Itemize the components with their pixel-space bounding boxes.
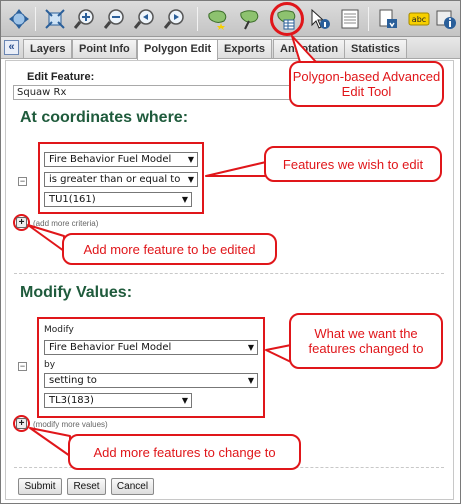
reset-button[interactable]: Reset [67,478,106,495]
edit-feature-input[interactable]: Squaw Rx [13,85,295,100]
tab-annotation[interactable]: Annotation [273,39,346,58]
criteria-value-select[interactable]: TU1(161) ▼ [44,192,192,207]
chevron-down-icon: ▼ [247,343,254,352]
callout-advanced-edit-tool: Polygon-based Advanced Edit Tool [289,61,444,107]
zoom-in-icon[interactable] [72,6,98,32]
chevron-down-icon: ▼ [247,376,254,385]
previous-extent-icon[interactable] [132,6,158,32]
modify-label: Modify [44,325,74,335]
modify-field-select[interactable]: Fire Behavior Fuel Model ▼ [44,340,258,355]
next-extent-icon[interactable] [162,6,188,32]
add-modify-icon[interactable]: + [16,418,27,429]
modify-value-select[interactable]: TL3(183) ▼ [44,393,192,408]
chevron-down-icon: ▼ [181,396,188,405]
tab-exports[interactable]: Exports [217,39,272,58]
attribute-table-icon[interactable] [337,6,363,32]
edit-polygon-icon[interactable] [237,6,263,32]
section-divider [14,273,444,274]
criteria-heading: At coordinates where: [20,109,189,126]
export-icon[interactable] [375,6,401,32]
callout-add-feature: Add more feature to be edited [62,233,277,265]
callout-changed-to: What we want the features changed to [289,313,443,369]
chevron-down-icon: ▼ [187,155,194,164]
modify-more-values-link[interactable]: (modify more values) [33,420,108,429]
add-polygon-icon[interactable] [205,6,231,32]
edit-feature-label: Edit Feature: [27,71,95,83]
remove-criteria-icon[interactable]: − [18,177,27,186]
chevron-down-icon: ▼ [181,195,188,204]
add-criteria-icon[interactable]: + [16,217,27,228]
tab-point-info[interactable]: Point Info [72,39,137,58]
cancel-button[interactable]: Cancel [111,478,154,495]
callout-add-change: Add more features to change to [68,434,301,470]
chevron-down-icon: ▼ [187,175,194,184]
tab-polygon-edit[interactable]: Polygon Edit [137,39,219,60]
by-label: by [44,360,56,370]
pan-icon[interactable] [6,6,32,32]
full-extent-icon[interactable] [42,6,68,32]
remove-modify-icon[interactable]: − [18,362,27,371]
zoom-out-icon[interactable] [102,6,128,32]
submit-button[interactable]: Submit [18,478,62,495]
map-toolbar: abc [1,1,460,37]
callout-features-to-edit: Features we wish to edit [264,146,442,182]
criteria-field-select[interactable]: Fire Behavior Fuel Model ▼ [44,152,198,167]
tab-statistics[interactable]: Statistics [344,39,407,58]
identify-icon[interactable] [307,6,333,32]
collapse-panel-button[interactable]: « [4,40,19,55]
modify-heading: Modify Values: [20,284,133,301]
modify-operation-select[interactable]: setting to ▼ [44,373,258,388]
add-more-criteria-link[interactable]: (add more criteria) [33,219,98,228]
info-icon[interactable] [433,6,459,32]
active-tool-highlight [270,2,304,36]
svg-text:abc: abc [412,15,426,24]
tab-bar: « Layers Point Info Polygon Edit Exports… [1,37,460,60]
tab-layers[interactable]: Layers [23,39,73,58]
label-icon[interactable]: abc [406,6,432,32]
criteria-operator-select[interactable]: is greater than or equal to ▼ [44,172,198,187]
